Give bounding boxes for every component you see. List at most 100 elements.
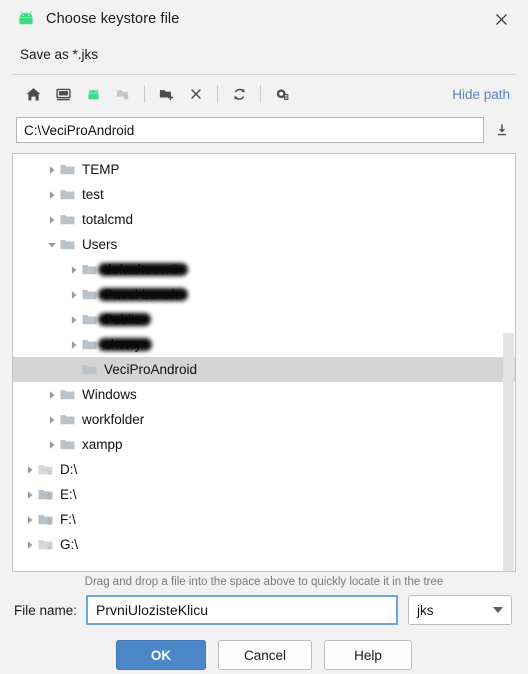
drive-icon-light [37,532,54,557]
toolbar-separator [260,85,261,103]
tree-row-label: defaultuser0 [104,262,179,277]
tree-scrollbar-thumb[interactable] [503,333,514,571]
tree-row[interactable]: xampp [13,432,515,457]
file-name-row: File name: jks [0,590,528,628]
desktop-icon[interactable] [48,80,78,108]
tree-row-label: Windows [82,387,137,402]
file-name-input-wrap[interactable] [86,595,398,625]
extension-value: jks [417,602,434,618]
chevron-down-icon[interactable] [45,232,59,257]
tree-row[interactable]: Windows [13,382,515,407]
download-icon[interactable] [488,117,516,143]
chevron-right-icon[interactable] [45,382,59,407]
chevron-right-icon[interactable] [45,182,59,207]
chevron-right-icon[interactable] [23,507,37,532]
chevron-right-icon[interactable] [23,457,37,482]
tree-row-label: workfolder [82,412,145,427]
ok-button[interactable]: OK [116,640,206,670]
button-bar: OK Cancel Help [0,628,528,674]
tree-row[interactable]: F:\ [13,507,515,532]
tree-row[interactable]: G:\ [13,532,515,557]
tree-row[interactable]: VeciProAndroid [13,357,515,382]
directory-tree[interactable]: TEMP test totalcmd Users defaultuser0 Pavel L… [12,153,516,572]
drag-drop-hint: Drag and drop a file into the space abov… [84,576,444,588]
tree-row[interactable]: workfolder [13,407,515,432]
chevron-right-icon[interactable] [67,307,81,332]
tree-row-label: Pavel Lunak [104,287,179,302]
tree-row[interactable]: Users [13,232,515,257]
folder-icon [59,182,76,207]
folder-icon [81,282,98,307]
tree-row[interactable]: Pavel Lunak [13,282,515,307]
folder-icon [59,382,76,407]
folder-icon [81,332,98,357]
tree-row[interactable]: D:\ [13,457,515,482]
chevron-right-icon[interactable] [45,157,59,182]
chevron-right-icon[interactable] [45,432,59,457]
tree-row-label: sherry [104,337,142,352]
title-bar: Choose keystore file [0,0,528,38]
project-folder-icon [108,80,138,108]
path-row [0,115,528,145]
tree-row-label: VeciProAndroid [104,362,198,377]
extension-select[interactable]: jks [408,595,512,625]
toolbar-separator [217,85,218,103]
file-name-label: File name: [14,602,78,618]
cancel-button[interactable]: Cancel [218,640,312,670]
folder-icon [59,157,76,182]
chevron-right-icon[interactable] [67,257,81,282]
tree-row-label: TEMP [82,162,120,177]
tree-row[interactable]: sherry [13,332,515,357]
tree-row-label: xampp [82,437,123,452]
file-name-input[interactable] [94,601,390,619]
choose-keystore-dialog: Choose keystore file Save as *.jks Hide … [0,0,528,674]
tree-row-label: totalcmd [82,212,134,227]
toolbar: Hide path [0,75,528,113]
android-icon [16,9,36,29]
dialog-title: Choose keystore file [46,11,180,27]
folder-icon [81,257,98,282]
toolbar-separator [144,85,145,103]
refresh-icon[interactable] [224,80,254,108]
hide-path-link[interactable]: Hide path [452,87,514,102]
tree-row-label: F:\ [60,512,76,527]
path-input[interactable] [16,117,484,143]
twisty-placeholder [67,357,81,382]
tree-row[interactable]: test [13,182,515,207]
folder-icon [59,432,76,457]
chevron-right-icon[interactable] [23,482,37,507]
chevron-right-icon[interactable] [45,407,59,432]
folder-icon [59,232,76,257]
home-icon[interactable] [18,80,48,108]
chevron-right-icon[interactable] [45,207,59,232]
tree-row-label: test [82,187,104,202]
drive-icon [37,507,54,532]
new-folder-icon[interactable] [151,80,181,108]
android-icon[interactable] [78,80,108,108]
folder-icon [81,357,98,382]
chevron-right-icon[interactable] [67,282,81,307]
chevron-down-icon [493,607,503,613]
folder-icon [81,307,98,332]
chevron-right-icon[interactable] [23,532,37,557]
tree-row[interactable]: E:\ [13,482,515,507]
tree-row[interactable]: totalcmd [13,207,515,232]
folder-icon [59,207,76,232]
tree-row[interactable]: Public [13,307,515,332]
save-as-row: Save as *.jks [0,38,528,70]
close-icon[interactable] [488,6,514,32]
folder-icon [59,407,76,432]
help-button[interactable]: Help [324,640,412,670]
tree-row[interactable]: defaultuser0 [13,257,515,282]
drive-icon-light [37,457,54,482]
tree-row[interactable]: TEMP [13,157,515,182]
delete-icon[interactable] [181,80,211,108]
tree-row-label: Users [82,237,118,252]
show-hidden-icon[interactable] [267,80,297,108]
drive-icon [37,482,54,507]
tree-row-label: G:\ [60,537,79,552]
tree-row-label: Public [104,312,141,327]
tree-row-label: E:\ [60,487,77,502]
tree-rows: TEMP test totalcmd Users defaultuser0 Pavel L… [13,154,515,571]
chevron-right-icon[interactable] [67,332,81,357]
